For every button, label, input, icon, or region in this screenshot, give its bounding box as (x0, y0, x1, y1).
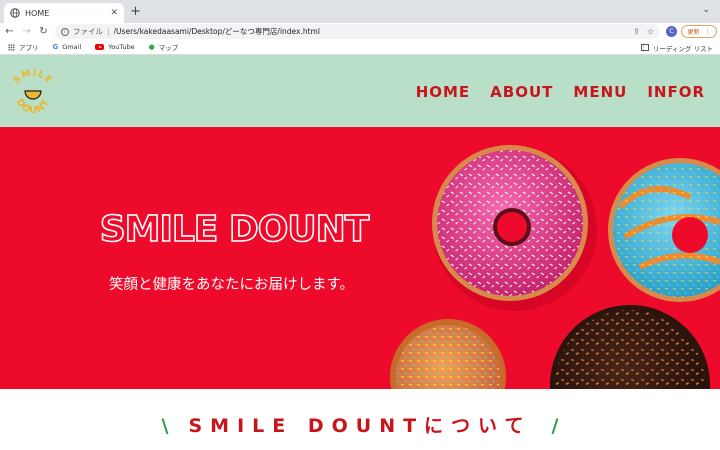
update-button[interactable]: 更新 ⋮ (681, 25, 717, 38)
nav-home[interactable]: HOME (416, 83, 470, 101)
browser-tab[interactable]: HOME ✕ (4, 3, 124, 23)
address-bar[interactable]: i ファイル | /Users/kakedaasami/Desktop/どーなつ… (55, 24, 660, 39)
address-separator: | (107, 27, 110, 36)
bookmark-label: YouTube (108, 43, 135, 51)
reading-list-button[interactable]: リーディング リスト (640, 40, 713, 55)
hero-title: SMILE DOUNT (100, 209, 370, 249)
address-url[interactable]: /Users/kakedaasami/Desktop/どーなつ専門店/index… (114, 26, 627, 37)
nav-infor[interactable]: INFOR (647, 83, 705, 101)
bookmark-label: マップ (158, 44, 179, 52)
bookmark-youtube[interactable]: YouTube (95, 43, 135, 51)
svg-text:SMILE: SMILE (11, 68, 55, 86)
forward-arrow-icon[interactable]: → (19, 26, 34, 37)
update-label: 更新 (687, 29, 700, 36)
bookmark-star-icon[interactable]: ☆ (647, 27, 654, 36)
new-tab-button[interactable]: + (130, 4, 141, 20)
globe-icon (10, 8, 20, 18)
browser-tab-bar: HOME ✕ + ⌄ (0, 0, 720, 23)
hero-section: SMILE DOUNT 笑顔と健康をあなたにお届けします。 (0, 127, 720, 389)
profile-avatar[interactable]: C (666, 26, 677, 37)
google-icon: G (52, 43, 59, 51)
bookmark-maps[interactable]: ● マップ (149, 42, 179, 52)
nav-menu[interactable]: MENU (573, 83, 627, 101)
site-nav: HOME ABOUT MENU INFOR (416, 83, 705, 101)
close-tab-icon[interactable]: ✕ (110, 8, 118, 18)
nav-about[interactable]: ABOUT (490, 83, 553, 101)
tab-search-chevron-icon[interactable]: ⌄ (702, 5, 710, 15)
map-pin-icon: ● (148, 43, 155, 51)
reload-icon[interactable]: ↻ (36, 26, 51, 37)
browser-toolbar: ← → ↻ i ファイル | /Users/kakedaasami/Deskto… (0, 23, 720, 40)
bookmark-apps[interactable]: アプリ (8, 42, 39, 52)
reading-list-label: リーディング リスト (652, 44, 713, 53)
left-slash-decoration: \ (161, 415, 169, 437)
about-heading: \ SMILE DOUNTについて / (0, 411, 720, 438)
donuts-photo (390, 145, 720, 389)
bookmark-label: アプリ (19, 44, 39, 52)
bookmarks-bar: アプリ G Gmail YouTube ● マップ リーディング リスト (0, 40, 720, 55)
site-header: SMILE DOUNT HOME ABOUT MENU INFOR (0, 55, 720, 127)
reading-list-icon (640, 44, 649, 51)
share-icon[interactable]: ⇪ (633, 27, 640, 36)
hero-title-graphic: SMILE DOUNT (99, 209, 372, 249)
bookmark-gmail[interactable]: G Gmail (53, 43, 82, 51)
apps-grid-icon (8, 43, 15, 51)
right-slash-decoration: / (551, 415, 559, 437)
more-menu-icon[interactable]: ⋮ (705, 28, 711, 35)
youtube-icon (95, 44, 105, 50)
bookmark-label: Gmail (62, 43, 82, 51)
svg-text:DOUNT: DOUNT (14, 97, 53, 116)
tab-title: HOME (25, 8, 50, 18)
info-icon[interactable]: i (61, 27, 69, 36)
back-arrow-icon[interactable]: ← (2, 26, 17, 37)
address-scheme-label: ファイル (73, 27, 103, 36)
hero-subtitle: 笑顔と健康をあなたにお届けします。 (109, 277, 355, 293)
smile-logo[interactable]: SMILE DOUNT (8, 68, 58, 118)
about-heading-text: SMILE DOUNTについて (188, 415, 532, 437)
